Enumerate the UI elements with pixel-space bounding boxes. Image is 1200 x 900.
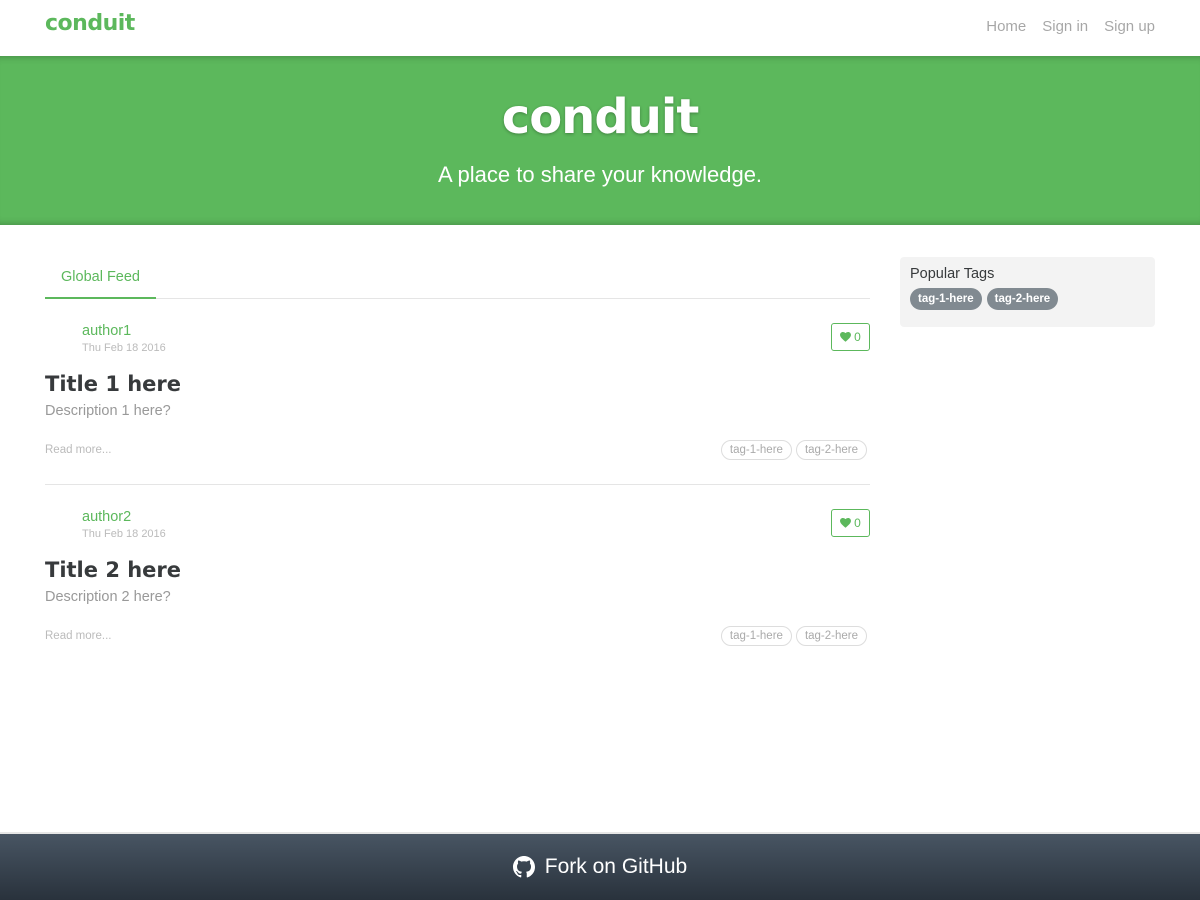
article-tag: tag-1-here bbox=[720, 440, 792, 460]
feed-tabs: Global Feed bbox=[45, 257, 870, 299]
nav-links: Home Sign in Sign up bbox=[986, 18, 1155, 35]
article-date: Thu Feb 18 2016 bbox=[82, 528, 166, 540]
popular-tag[interactable]: tag-2-here bbox=[986, 288, 1059, 310]
article-tag-list: tag-1-here tag-2-here bbox=[720, 626, 867, 646]
favorite-count: 0 bbox=[854, 330, 861, 344]
article-tag: tag-1-here bbox=[720, 626, 792, 646]
article-title[interactable]: Title 1 here bbox=[45, 372, 181, 396]
sidebar-title: Popular Tags bbox=[910, 266, 995, 282]
article-description: Description 2 here? bbox=[45, 589, 171, 605]
article-preview: author1 Thu Feb 18 2016 0 Title 1 here D… bbox=[45, 299, 870, 485]
nav-sign-up-link[interactable]: Sign up bbox=[1104, 18, 1155, 35]
banner-title: conduit bbox=[501, 89, 700, 145]
fork-on-github-link[interactable]: Fork on GitHub bbox=[0, 832, 1200, 900]
footer-label: Fork on GitHub bbox=[544, 855, 688, 878]
author-link[interactable]: author2 bbox=[82, 509, 131, 525]
navbar: conduit Home Sign in Sign up bbox=[0, 0, 1200, 56]
hero-banner: conduit A place to share your knowledge. bbox=[0, 56, 1200, 225]
article-tag: tag-2-here bbox=[795, 440, 867, 460]
heart-icon bbox=[840, 518, 852, 528]
github-icon bbox=[512, 856, 535, 878]
article-tag-list: tag-1-here tag-2-here bbox=[720, 440, 867, 460]
nav-sign-in-link[interactable]: Sign in bbox=[1042, 18, 1088, 35]
popular-tag[interactable]: tag-1-here bbox=[910, 288, 982, 310]
article-description: Description 1 here? bbox=[45, 403, 171, 419]
favorite-count: 0 bbox=[854, 516, 861, 530]
nav-home-link[interactable]: Home bbox=[986, 18, 1026, 35]
article-preview: author2 Thu Feb 18 2016 0 Title 2 here D… bbox=[45, 485, 870, 671]
popular-tags-sidebar: Popular Tags tag-1-here tag-2-here bbox=[900, 257, 1155, 327]
favorite-button[interactable]: 0 bbox=[831, 509, 870, 537]
author-link[interactable]: author1 bbox=[82, 323, 131, 339]
article-title[interactable]: Title 2 here bbox=[45, 558, 181, 582]
tab-global-feed[interactable]: Global Feed bbox=[45, 257, 156, 299]
favorite-button[interactable]: 0 bbox=[831, 323, 870, 351]
read-more-link[interactable]: Read more... bbox=[45, 630, 111, 642]
article-date: Thu Feb 18 2016 bbox=[82, 342, 166, 354]
author-avatar[interactable] bbox=[45, 509, 77, 541]
banner-subtitle: A place to share your knowledge. bbox=[437, 162, 763, 187]
author-avatar[interactable] bbox=[45, 323, 77, 355]
article-tag: tag-2-here bbox=[795, 626, 867, 646]
read-more-link[interactable]: Read more... bbox=[45, 444, 111, 456]
article-feed: Global Feed author1 Thu Feb 18 2016 0 Ti… bbox=[45, 257, 870, 671]
brand-logo-link[interactable]: conduit bbox=[45, 11, 135, 36]
heart-icon bbox=[840, 332, 852, 342]
popular-tag-list: tag-1-here tag-2-here bbox=[910, 288, 1145, 310]
